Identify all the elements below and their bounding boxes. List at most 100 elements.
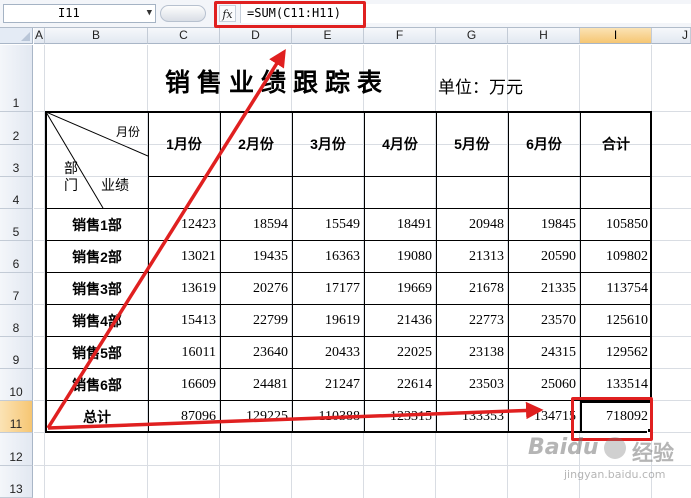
formula-bar: I11 ▼ fx =SUM(C11:H11) (0, 0, 691, 28)
row-header-5[interactable]: 5 (0, 209, 33, 241)
header-month-1[interactable]: 1月份 (148, 112, 220, 176)
formula-bar-splitter[interactable] (160, 5, 206, 22)
dept-row-2-cell-6[interactable]: 20590 (508, 241, 580, 273)
row-header-4[interactable]: 4 (0, 177, 33, 209)
dept-row-5-cell-7[interactable]: 129562 (580, 337, 652, 369)
total-row-cell-1[interactable]: 87096 (148, 401, 220, 433)
header-month-6[interactable]: 6月份 (508, 112, 580, 176)
dept-row-3-cell-1[interactable]: 13619 (148, 273, 220, 305)
total-row-cell-5[interactable]: 133353 (436, 401, 508, 433)
dept-row-1-cell-7[interactable]: 105850 (580, 209, 652, 241)
dept-row-1-cell-4[interactable]: 18491 (364, 209, 436, 241)
dept-row-4-cell-2[interactable]: 22799 (220, 305, 292, 337)
dept-row-4-name[interactable]: 销售4部 (46, 305, 148, 337)
dept-row-2-name[interactable]: 销售2部 (46, 241, 148, 273)
baidu-watermark: Baidu 经验 jingyan.baidu.com (528, 435, 688, 495)
chevron-down-icon[interactable]: ▼ (147, 5, 152, 22)
dept-row-3-cell-4[interactable]: 19669 (364, 273, 436, 305)
row-header-6[interactable]: 6 (0, 241, 33, 273)
dept-row-6-cell-6[interactable]: 25060 (508, 369, 580, 401)
dept-row-2-cell-4[interactable]: 19080 (364, 241, 436, 273)
select-all-corner[interactable] (0, 28, 33, 44)
dept-row-5-name[interactable]: 销售5部 (46, 337, 148, 369)
dept-row-3-cell-3[interactable]: 17177 (292, 273, 364, 305)
column-header-i[interactable]: I (580, 28, 652, 44)
dept-row-5-cell-1[interactable]: 16011 (148, 337, 220, 369)
sheet-title: 销售业绩跟踪表 (165, 68, 390, 97)
total-row-cell-2[interactable]: 129225 (220, 401, 292, 433)
dept-row-1-name[interactable]: 销售1部 (46, 209, 148, 241)
dept-row-5-cell-6[interactable]: 24315 (508, 337, 580, 369)
dept-row-4-cell-4[interactable]: 21436 (364, 305, 436, 337)
dept-row-1-cell-5[interactable]: 20948 (436, 209, 508, 241)
row-header-7[interactable]: 7 (0, 273, 33, 305)
row-header-11[interactable]: 11 (0, 401, 33, 433)
name-box[interactable]: I11 ▼ (3, 4, 156, 23)
unit-label: 单位：万元 (438, 78, 523, 98)
header-month-5[interactable]: 5月份 (436, 112, 508, 176)
dept-row-1-cell-3[interactable]: 15549 (292, 209, 364, 241)
dept-row-3-cell-2[interactable]: 20276 (220, 273, 292, 305)
dept-row-1-cell-6[interactable]: 19845 (508, 209, 580, 241)
dept-row-6-cell-5[interactable]: 23503 (436, 369, 508, 401)
dept-row-5-cell-2[interactable]: 23640 (220, 337, 292, 369)
dept-row-3-name[interactable]: 销售3部 (46, 273, 148, 305)
dept-row-5-cell-5[interactable]: 23138 (436, 337, 508, 369)
dept-row-2-cell-3[interactable]: 16363 (292, 241, 364, 273)
row-header-2[interactable]: 2 (0, 112, 33, 145)
row-header-10[interactable]: 10 (0, 369, 33, 401)
corner-dept-label: 部 门 (64, 160, 78, 193)
column-header-a[interactable]: A (34, 28, 45, 44)
column-header-e[interactable]: E (292, 28, 364, 44)
dept-row-6-cell-2[interactable]: 24481 (220, 369, 292, 401)
row-header-12[interactable]: 12 (0, 433, 33, 466)
row-header-8[interactable]: 8 (0, 305, 33, 337)
dept-row-4-cell-6[interactable]: 23570 (508, 305, 580, 337)
total-row-cell-6[interactable]: 134715 (508, 401, 580, 433)
header-month-2[interactable]: 2月份 (220, 112, 292, 176)
dept-row-5-cell-3[interactable]: 20433 (292, 337, 364, 369)
dept-row-6-name[interactable]: 销售6部 (46, 369, 148, 401)
total-row-name[interactable]: 总计 (46, 401, 148, 433)
corner-perf-label: 业绩 (101, 177, 129, 193)
row-header-9[interactable]: 9 (0, 337, 33, 369)
column-header-b[interactable]: B (45, 28, 148, 44)
dept-row-6-cell-4[interactable]: 22614 (364, 369, 436, 401)
dept-row-2-cell-7[interactable]: 109802 (580, 241, 652, 273)
corner-month-label: 月份 (116, 125, 141, 139)
formula-annotation-box (214, 1, 366, 28)
header-total[interactable]: 合计 (580, 112, 652, 176)
dept-row-2-cell-5[interactable]: 21313 (436, 241, 508, 273)
dept-row-4-cell-3[interactable]: 19619 (292, 305, 364, 337)
dept-row-4-cell-1[interactable]: 15413 (148, 305, 220, 337)
dept-row-6-cell-3[interactable]: 21247 (292, 369, 364, 401)
dept-row-6-cell-1[interactable]: 16609 (148, 369, 220, 401)
dept-row-2-cell-1[interactable]: 13021 (148, 241, 220, 273)
dept-row-3-cell-7[interactable]: 113754 (580, 273, 652, 305)
select-all-triangle-icon (21, 32, 30, 41)
dept-row-3-cell-6[interactable]: 21335 (508, 273, 580, 305)
column-header-c[interactable]: C (148, 28, 220, 44)
baidu-paw-icon (604, 437, 626, 459)
dept-row-3-cell-5[interactable]: 21678 (436, 273, 508, 305)
dept-row-1-cell-1[interactable]: 12423 (148, 209, 220, 241)
dept-row-2-cell-2[interactable]: 19435 (220, 241, 292, 273)
column-header-d[interactable]: D (220, 28, 292, 44)
dept-row-4-cell-5[interactable]: 22773 (436, 305, 508, 337)
column-header-h[interactable]: H (508, 28, 580, 44)
dept-row-5-cell-4[interactable]: 22025 (364, 337, 436, 369)
dept-row-1-cell-2[interactable]: 18594 (220, 209, 292, 241)
column-header-j[interactable]: J (652, 28, 691, 44)
column-header-f[interactable]: F (364, 28, 436, 44)
baidu-logo: Baidu (528, 435, 599, 460)
row-header-3[interactable]: 3 (0, 145, 33, 177)
dept-row-4-cell-7[interactable]: 125610 (580, 305, 652, 337)
row-header-1[interactable]: 1 (0, 45, 33, 112)
total-row-cell-3[interactable]: 110388 (292, 401, 364, 433)
baidu-jingyan-label: 经验 (632, 442, 674, 465)
column-header-g[interactable]: G (436, 28, 508, 44)
total-row-cell-4[interactable]: 123315 (364, 401, 436, 433)
row-header-13[interactable]: 13 (0, 466, 33, 498)
header-month-3[interactable]: 3月份 (292, 112, 364, 176)
header-month-4[interactable]: 4月份 (364, 112, 436, 176)
